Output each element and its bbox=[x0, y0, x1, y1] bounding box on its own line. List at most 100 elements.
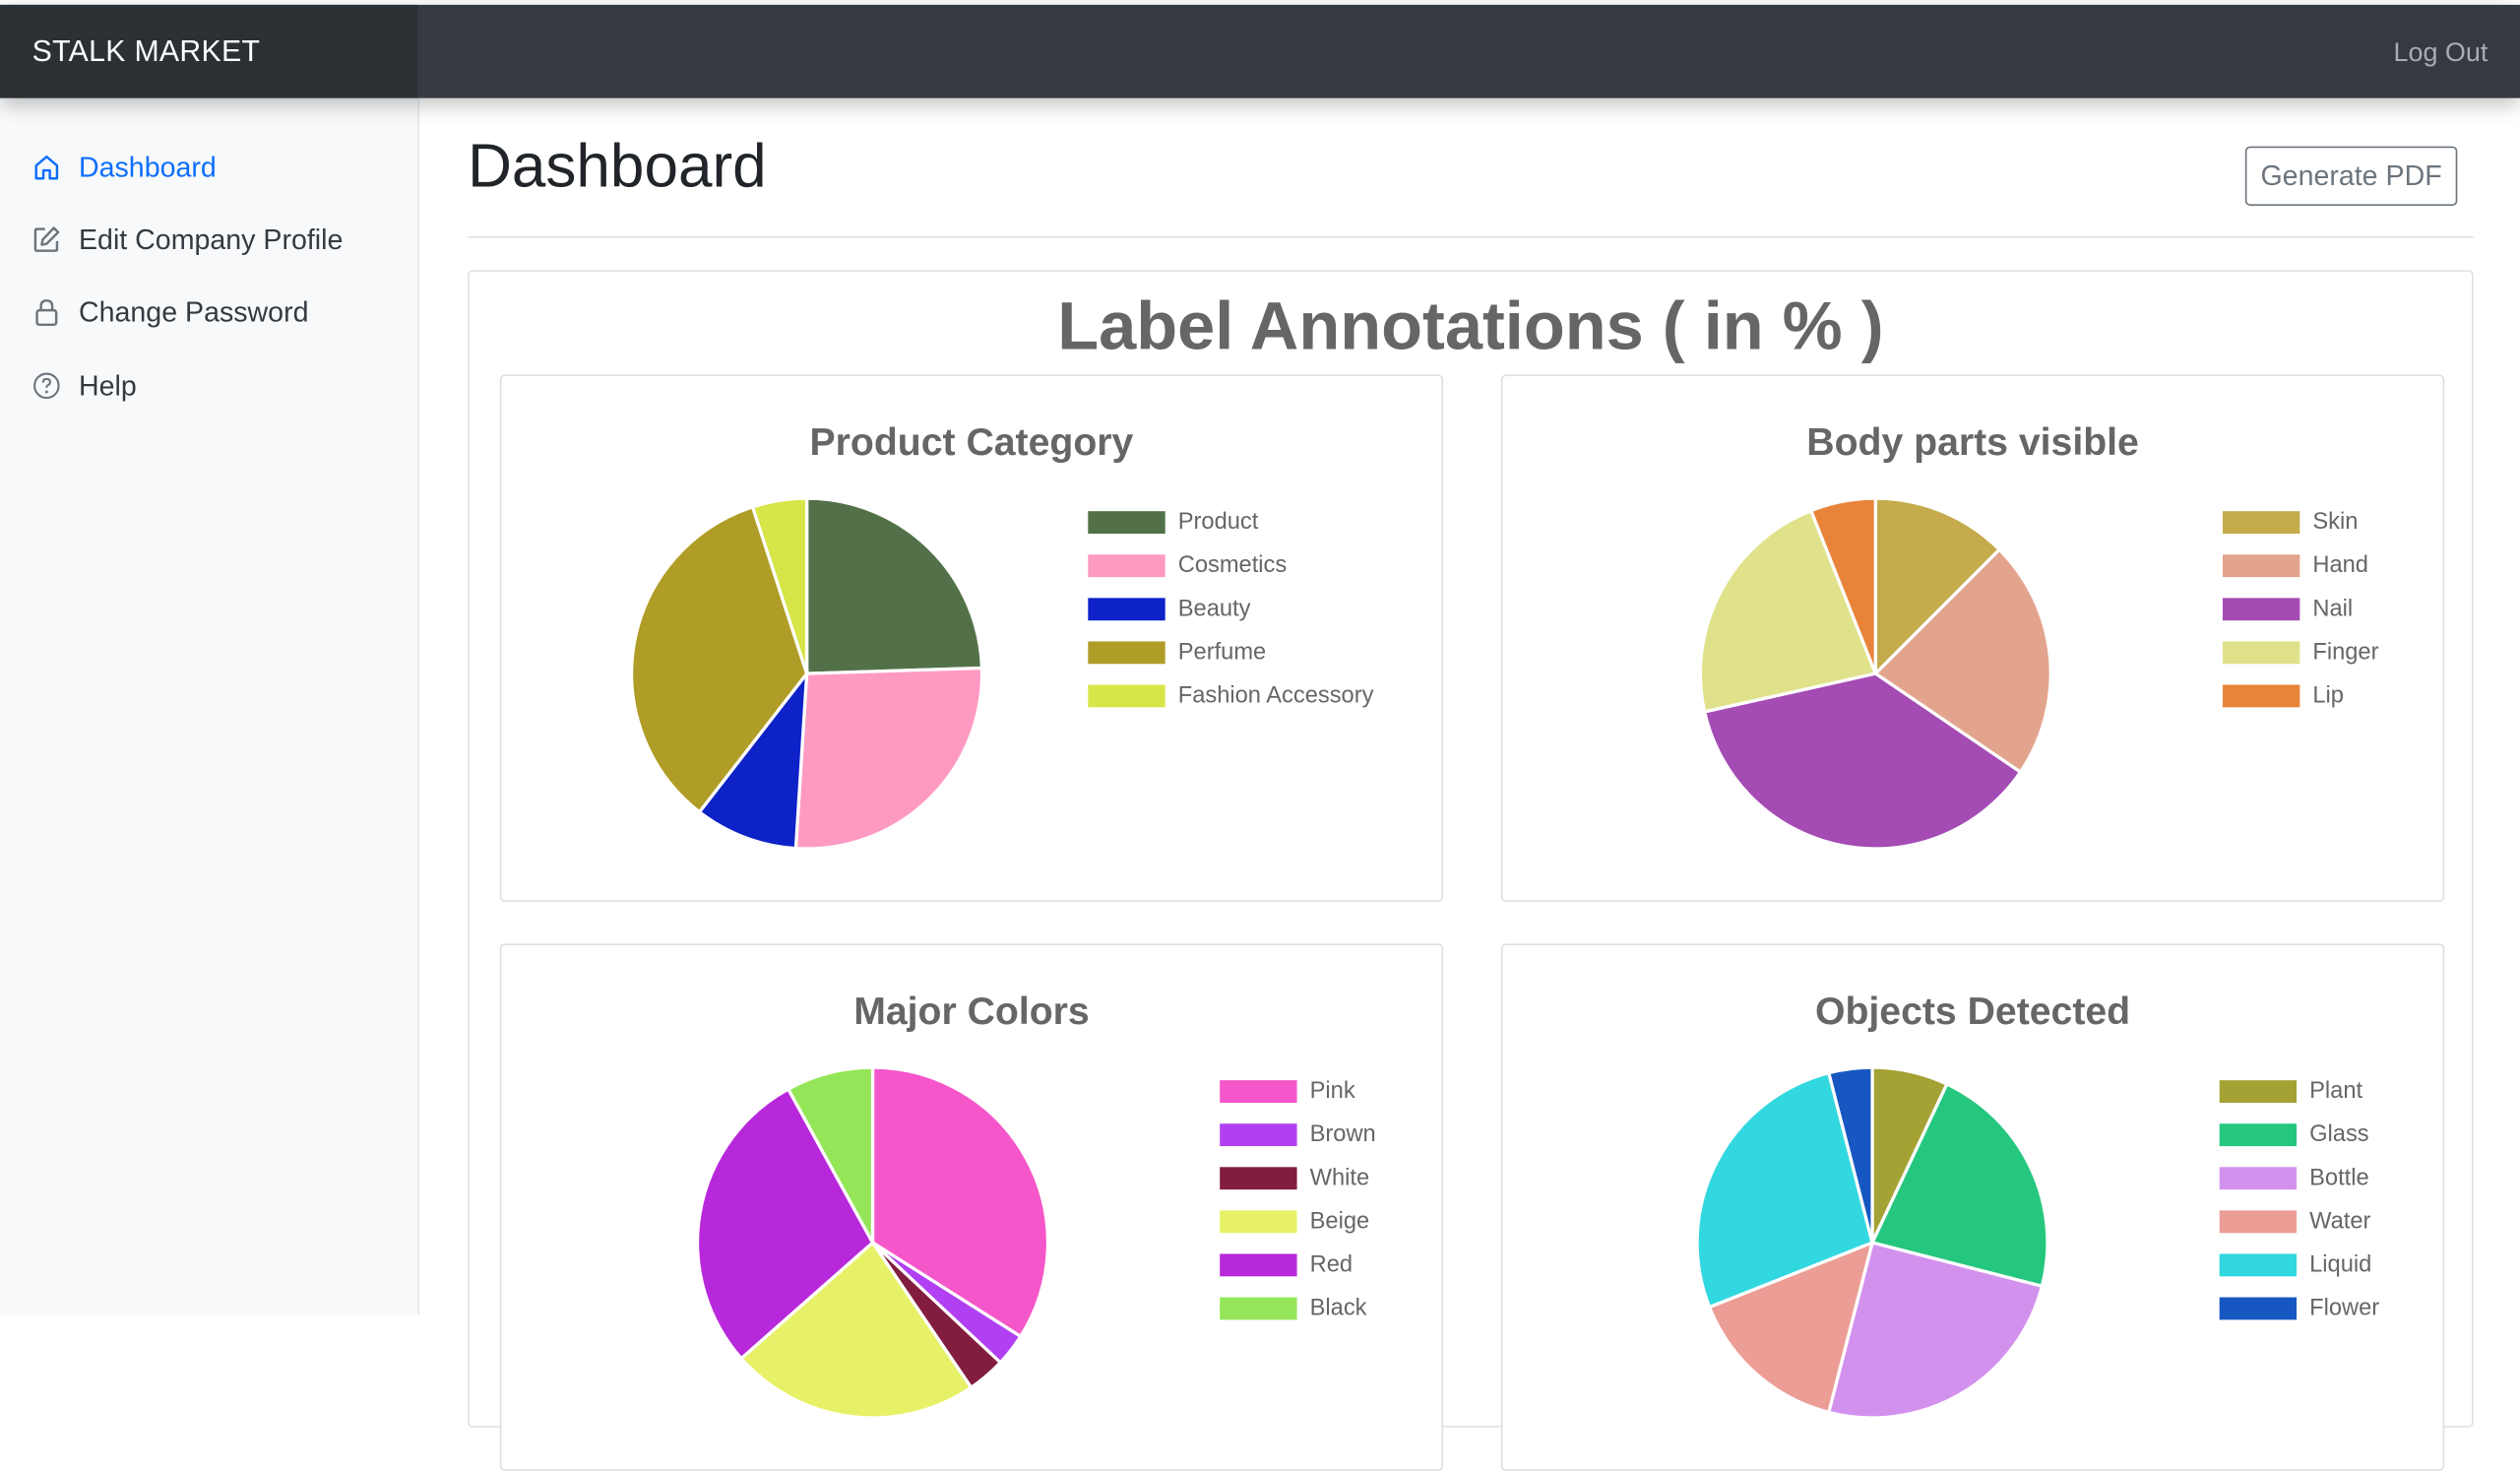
product-category-card: Product Category Product Cosmetics Beauty P… bbox=[499, 374, 1444, 902]
legend-item-perfume[interactable]: Perfume bbox=[1088, 630, 1373, 673]
legend-item-black[interactable]: Black bbox=[1220, 1286, 1376, 1329]
sidebar-item-label: Edit Company Profile bbox=[78, 223, 344, 255]
objects-detected-pie-chart bbox=[1695, 1065, 2049, 1420]
legend-swatch bbox=[1220, 1079, 1297, 1103]
legend-item-red[interactable]: Red bbox=[1220, 1243, 1376, 1286]
legend-swatch bbox=[1220, 1296, 1297, 1319]
legend-item-cosmetics[interactable]: Cosmetics bbox=[1088, 544, 1373, 587]
brand-logo[interactable]: STALK MARKET bbox=[0, 4, 418, 98]
legend-swatch bbox=[1088, 510, 1166, 534]
legend-item-glass[interactable]: Glass bbox=[2219, 1113, 2379, 1156]
legend-swatch bbox=[1088, 640, 1166, 664]
legend-label: Water bbox=[2309, 1207, 2371, 1235]
sidebar-item-label: Help bbox=[78, 368, 137, 402]
body-parts-visible-pie-chart bbox=[1698, 496, 2052, 851]
sidebar-item-label: Change Password bbox=[78, 294, 309, 328]
body-parts-visible-card: Body parts visible Skin Hand Nail Finger Lip bbox=[1500, 374, 2445, 902]
legend-item-fashion-accessory[interactable]: Fashion Accessory bbox=[1088, 673, 1373, 717]
legend-item-hand[interactable]: Hand bbox=[2222, 544, 2379, 587]
legend-label: Hand bbox=[2312, 551, 2368, 578]
legend-swatch bbox=[2222, 553, 2300, 577]
main-content: Dashboard Generate PDF Label Annotations… bbox=[419, 98, 2520, 1471]
legend-label: Beauty bbox=[1177, 595, 1251, 622]
generate-pdf-button[interactable]: Generate PDF bbox=[2244, 146, 2458, 206]
page-title: Dashboard bbox=[468, 133, 767, 202]
legend-item-flower[interactable]: Flower bbox=[2219, 1286, 2379, 1329]
legend-swatch bbox=[2219, 1166, 2298, 1189]
legend-label: Finger bbox=[2312, 638, 2379, 666]
card-title: Major Colors bbox=[853, 990, 1090, 1034]
card-title: Objects Detected bbox=[1815, 990, 2131, 1034]
top-navbar: STALK MARKET Log Out bbox=[0, 4, 2520, 101]
legend-swatch bbox=[2222, 640, 2300, 664]
legend-swatch bbox=[2219, 1079, 2298, 1103]
legend-swatch bbox=[1088, 683, 1166, 707]
legend-label: Plant bbox=[2309, 1077, 2363, 1104]
legend-label: White bbox=[1309, 1164, 1370, 1190]
card-title: Product Category bbox=[809, 420, 1134, 465]
legend-item-white[interactable]: White bbox=[1220, 1156, 1376, 1199]
legend-swatch bbox=[1088, 553, 1166, 577]
legend-label: Black bbox=[1309, 1295, 1367, 1321]
legend-item-nail[interactable]: Nail bbox=[2222, 587, 2379, 630]
legend-item-brown[interactable]: Brown bbox=[1220, 1113, 1376, 1156]
help-circle-icon bbox=[32, 371, 61, 400]
legend-item-beige[interactable]: Beige bbox=[1220, 1199, 1376, 1243]
legend-label: Fashion Accessory bbox=[1177, 682, 1374, 709]
product-category-pie-chart bbox=[630, 496, 984, 851]
pie-slice-product[interactable] bbox=[804, 496, 984, 675]
sidebar-item-change-password[interactable]: Change Password bbox=[32, 292, 309, 331]
sidebar-item-label: Dashboard bbox=[78, 150, 217, 183]
legend-item-liquid[interactable]: Liquid bbox=[2219, 1243, 2379, 1286]
legend-label: Product bbox=[1177, 508, 1259, 535]
legend-label: Nail bbox=[2312, 595, 2354, 622]
legend-item-pink[interactable]: Pink bbox=[1220, 1069, 1376, 1113]
legend-swatch bbox=[2222, 683, 2300, 707]
legend-item-product[interactable]: Product bbox=[1088, 500, 1373, 544]
legend-item-beauty[interactable]: Beauty bbox=[1088, 587, 1373, 630]
section-title: Label Annotations ( in % ) bbox=[1057, 288, 1884, 363]
legend-swatch bbox=[2222, 510, 2300, 534]
legend-label: Red bbox=[1309, 1251, 1354, 1278]
legend-item-skin[interactable]: Skin bbox=[2222, 500, 2379, 544]
legend-item-plant[interactable]: Plant bbox=[2219, 1069, 2379, 1113]
legend-swatch bbox=[2222, 597, 2300, 620]
home-icon bbox=[32, 153, 61, 181]
legend-label: Perfume bbox=[1177, 638, 1267, 666]
legend-swatch bbox=[1220, 1166, 1297, 1189]
legend-item-lip[interactable]: Lip bbox=[2222, 673, 2379, 717]
legend-label: Pink bbox=[1309, 1077, 1355, 1104]
legend-label: Brown bbox=[1309, 1120, 1376, 1147]
legend-swatch bbox=[1220, 1209, 1297, 1233]
legend-label: Beige bbox=[1309, 1207, 1370, 1235]
legend-item-finger[interactable]: Finger bbox=[2222, 630, 2379, 673]
chart-legend: Plant Glass Bottle Water Liquid Flower bbox=[2219, 1069, 2379, 1329]
legend-swatch bbox=[2219, 1296, 2298, 1319]
chart-legend: Pink Brown White Beige Red Black bbox=[1220, 1069, 1376, 1329]
legend-label: Glass bbox=[2309, 1120, 2369, 1147]
divider bbox=[468, 235, 2474, 238]
legend-item-water[interactable]: Water bbox=[2219, 1199, 2379, 1243]
legend-swatch bbox=[1088, 597, 1166, 620]
label-annotations-panel: Label Annotations ( in % ) Product Categ… bbox=[468, 270, 2474, 1471]
edit-icon bbox=[32, 225, 61, 254]
sidebar-item-edit-company-profile[interactable]: Edit Company Profile bbox=[32, 221, 344, 259]
sidebar-item-help[interactable]: Help bbox=[32, 366, 137, 405]
legend-label: Liquid bbox=[2309, 1251, 2372, 1278]
sidebar: Dashboard Edit Company Profile Change Pa… bbox=[0, 97, 420, 1315]
legend-label: Cosmetics bbox=[1177, 551, 1288, 578]
major-colors-card: Major Colors Pink Brown White Beige Red Black bbox=[499, 943, 1444, 1471]
legend-swatch bbox=[1220, 1252, 1297, 1276]
chart-legend: Skin Hand Nail Finger Lip bbox=[2222, 500, 2379, 717]
legend-swatch bbox=[1220, 1122, 1297, 1146]
chart-legend: Product Cosmetics Beauty Perfume Fashion Acc… bbox=[1088, 500, 1373, 717]
legend-label: Lip bbox=[2312, 682, 2344, 709]
logout-link[interactable]: Log Out bbox=[2393, 5, 2488, 101]
lock-icon bbox=[32, 297, 61, 327]
pie-slice-cosmetics[interactable] bbox=[793, 666, 984, 851]
legend-swatch bbox=[2219, 1122, 2298, 1146]
legend-item-bottle[interactable]: Bottle bbox=[2219, 1156, 2379, 1199]
legend-label: Bottle bbox=[2309, 1164, 2369, 1190]
card-title: Body parts visible bbox=[1806, 420, 2139, 465]
sidebar-item-dashboard[interactable]: Dashboard bbox=[32, 148, 217, 186]
